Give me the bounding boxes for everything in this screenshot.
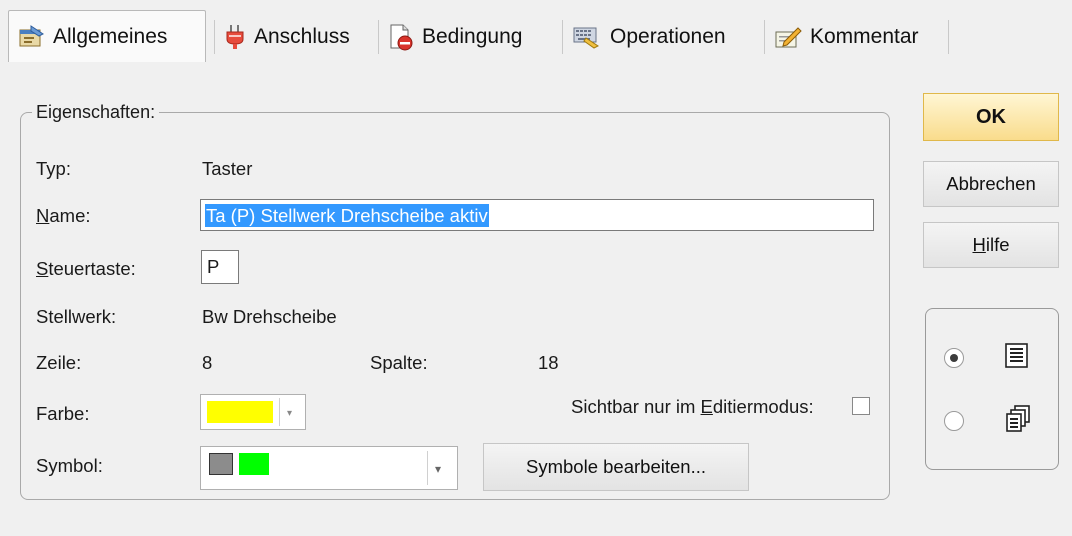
sichtbar-label-rest: ditiermodus: — [712, 396, 814, 417]
symbol-select[interactable]: ▾ — [200, 446, 458, 490]
symbol-select-divider — [427, 451, 428, 485]
tab-label: Kommentar — [810, 25, 919, 48]
stellwerk-label: Stellwerk: — [36, 306, 117, 327]
tab-bedingung[interactable]: Bedingung — [380, 14, 558, 60]
symbole-bearbeiten-button[interactable]: Symbole bearbeiten... — [483, 443, 749, 491]
stellwerk-value: Bw Drehscheibe — [202, 306, 337, 327]
radio-dot — [950, 354, 958, 362]
typ-value: Taster — [202, 158, 253, 179]
help-label-rest: ilfe — [985, 234, 1010, 255]
zeile-value: 8 — [202, 352, 213, 373]
farbe-label: Farbe: — [36, 403, 90, 424]
view-mode-radio-list[interactable] — [944, 348, 964, 368]
spalte-label: Spalte: — [370, 352, 428, 373]
sichtbar-label: Sichtbar nur im Editiermodus: — [571, 396, 814, 418]
plug-icon — [224, 23, 246, 51]
color-swatch — [207, 401, 273, 423]
tab-separator — [214, 20, 215, 54]
spalte-value: 18 — [538, 352, 559, 373]
properties-group — [20, 112, 890, 500]
symbol-color-swatch — [209, 453, 233, 475]
name-label: Name: — [36, 205, 91, 227]
cancel-button[interactable]: Abbrechen — [923, 161, 1059, 207]
steuertaste-label-mnemonic: S — [36, 258, 49, 279]
steuertaste-label: Steuertaste: — [36, 258, 136, 280]
help-button[interactable]: Hilfe — [923, 222, 1059, 268]
sichtbar-checkbox[interactable] — [852, 397, 870, 415]
tab-operationen[interactable]: Operationen — [564, 14, 762, 60]
properties-icon — [17, 24, 45, 50]
view-mode-radio-cascade[interactable] — [944, 411, 964, 431]
zeile-label: Zeile: — [36, 352, 82, 373]
steuertaste-label-rest: teuertaste: — [48, 258, 136, 279]
tab-separator — [948, 20, 949, 54]
tab-allgemeines[interactable]: Allgemeines — [8, 10, 206, 62]
dropdown-arrow-icon[interactable]: ▾ — [435, 462, 441, 476]
color-picker[interactable]: ▾ — [200, 394, 306, 430]
properties-group-title: Eigenschaften: — [32, 102, 160, 123]
condition-icon — [388, 23, 414, 51]
tab-label: Anschluss — [254, 25, 350, 48]
sichtbar-label-pre: Sichtbar nur im — [571, 396, 701, 417]
name-field-value: Ta (P) Stellwerk Drehscheibe aktiv — [205, 204, 489, 227]
dropdown-arrow-icon[interactable]: ▾ — [287, 408, 292, 419]
name-label-mnemonic: N — [36, 205, 50, 226]
tab-separator — [378, 20, 379, 54]
cascade-icon — [1004, 404, 1032, 440]
typ-label: Typ: — [36, 158, 71, 179]
tab-separator — [764, 20, 765, 54]
name-label-rest: ame: — [49, 205, 91, 226]
tab-kommentar[interactable]: Kommentar — [766, 14, 946, 60]
tab-bar: Allgemeines Anschluss Bedingung Operatio… — [8, 10, 949, 62]
help-label-mnemonic: H — [972, 234, 986, 255]
tab-label: Operationen — [610, 25, 726, 48]
steuertaste-field[interactable]: P — [201, 250, 239, 284]
tab-anschluss[interactable]: Anschluss — [216, 14, 376, 60]
name-field[interactable]: Ta (P) Stellwerk Drehscheibe aktiv — [200, 199, 874, 231]
color-picker-divider — [279, 398, 280, 426]
tab-label: Allgemeines — [53, 24, 168, 48]
symbol-label: Symbol: — [36, 455, 103, 476]
sichtbar-label-mnemonic: E — [700, 396, 713, 417]
list-view-icon — [1004, 342, 1030, 376]
comment-icon — [774, 24, 802, 50]
view-mode-group — [925, 308, 1059, 470]
symbol-color-swatch — [239, 453, 269, 475]
tab-separator — [562, 20, 563, 54]
operations-icon — [572, 24, 602, 50]
tab-label: Bedingung — [422, 25, 523, 48]
ok-button[interactable]: OK — [923, 93, 1059, 141]
